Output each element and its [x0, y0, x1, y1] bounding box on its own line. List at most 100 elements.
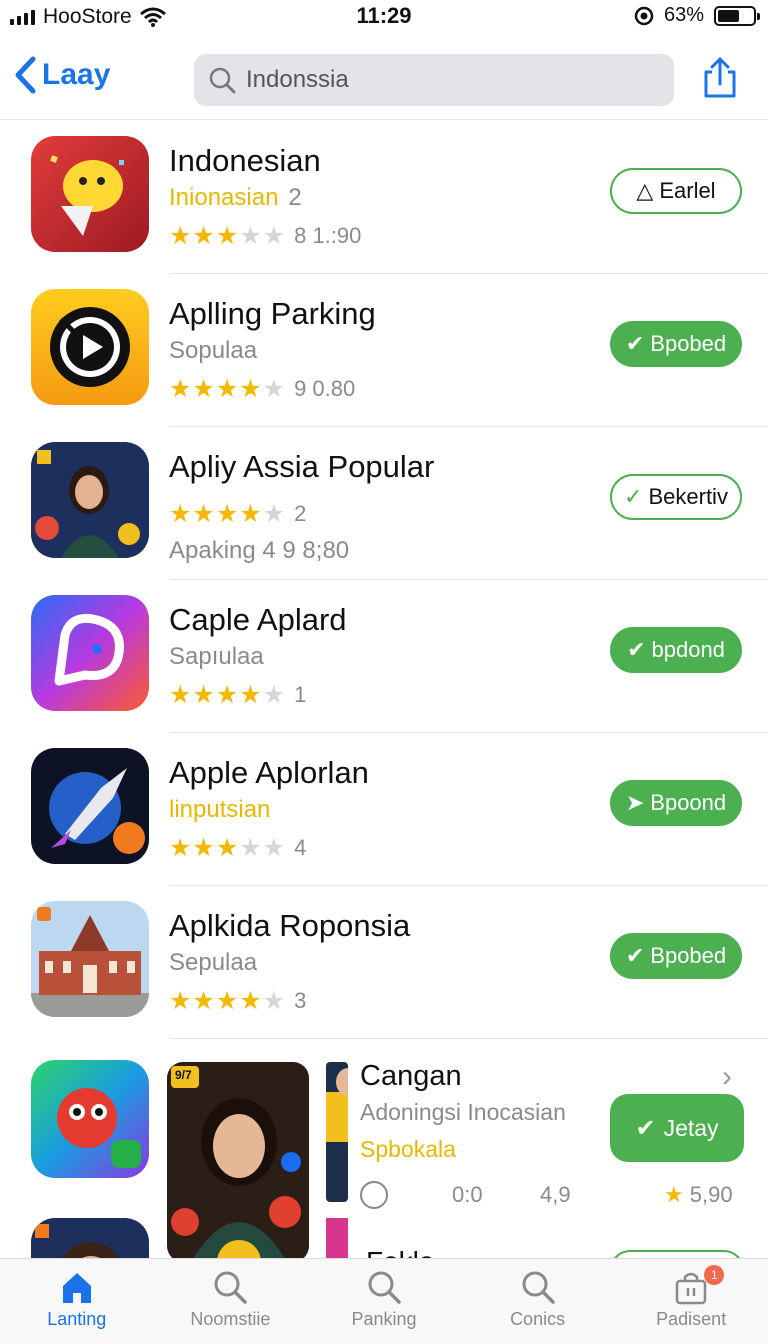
chevron-left-icon — [15, 56, 36, 94]
battery-icon — [714, 5, 760, 26]
app-rating: ★★★★★ 9 0.80 — [169, 374, 355, 404]
star-rating: ★★★★★ — [169, 375, 287, 403]
app-action-button[interactable]: ✔ bpdond — [610, 627, 742, 673]
app-action-button[interactable]: △ Earlel — [610, 168, 742, 214]
navigation-bar: Laay — [0, 44, 768, 120]
star-rating: ★★★★★ — [169, 222, 287, 250]
home-icon — [62, 1273, 91, 1303]
tab-panking[interactable]: Panking — [307, 1259, 461, 1344]
app-subtitle: linputsian — [169, 796, 270, 824]
app-row-aplling-parking[interactable]: Aplling Parking Sopulaa ★★★★★ 9 0.80 ✔ B… — [0, 274, 768, 427]
app-title: Indonesian — [169, 143, 321, 178]
app-subtitle-text: Sopulaa — [169, 337, 258, 364]
clock-icon — [360, 1181, 388, 1209]
carrier-name: HooStore — [43, 5, 132, 28]
featured-title: Cangan — [360, 1060, 462, 1092]
app-subtitle-text: linputsian — [169, 796, 271, 823]
app-title: Apple Aplorlan — [169, 755, 369, 790]
featured-rating-value: 5,90 — [689, 1182, 733, 1207]
star-rating: ★★★★★ — [169, 987, 287, 1015]
check-icon: ✔ — [635, 1114, 656, 1142]
search-bar[interactable] — [194, 54, 674, 106]
app-extra-line: Apaking 4 9 8;80 — [169, 537, 350, 564]
tab-label: Padisent — [656, 1309, 727, 1329]
share-button[interactable] — [702, 56, 738, 105]
app-icon-play — [31, 289, 149, 405]
tab-padisent[interactable]: 1 Padisent — [614, 1259, 768, 1344]
featured-meta-score: 4,9 — [540, 1182, 571, 1207]
app-action-button[interactable]: ✔ Bpobed — [610, 321, 742, 367]
check-icon: ✔ — [625, 331, 645, 356]
check-icon: ✔ — [627, 637, 646, 662]
app-row-caple-aplard[interactable]: Caple Aplard Sapıulaa ★★★★★ 1 ✔ bpdond — [0, 580, 768, 733]
app-rating: ★★★★★ 1 — [169, 680, 306, 710]
app-rating: ★★★★★ 4 — [169, 833, 306, 863]
app-icon-building — [31, 901, 149, 1017]
tab-label: Panking — [351, 1309, 417, 1329]
app-action-label: Earlel — [659, 178, 716, 203]
rating-value: 1 — [294, 682, 307, 707]
featured-card-portrait[interactable]: 9/7 — [167, 1062, 309, 1258]
focus-mode-icon — [634, 6, 654, 25]
app-row-indonesian[interactable]: Indonesian Inionasian 2 ★★★★★ 8 1.:90 △ E… — [0, 121, 768, 274]
share-icon — [704, 57, 736, 98]
app-subtitle: Inionasian 2 — [169, 184, 302, 212]
app-rating: ★★★★★ 8 1.:90 — [169, 221, 361, 251]
tab-bar: Lanting Noomstiie Panking Conics 1 Padis… — [0, 1258, 768, 1344]
tab-conics[interactable]: Conics — [461, 1259, 615, 1344]
featured-get-button[interactable]: ✔ Jetay — [610, 1094, 744, 1162]
chevron-right-icon[interactable]: › — [722, 1060, 732, 1094]
app-list: Indonesian Inionasian 2 ★★★★★ 8 1.:90 △ E… — [0, 121, 768, 1039]
app-rating: ★★★★★ 3 — [169, 986, 306, 1016]
app-icon-portrait — [31, 442, 149, 558]
featured-button-label: Jetay — [663, 1114, 719, 1141]
app-title: Apliy Assia Popular — [169, 449, 435, 484]
app-row-apple-aplorlan[interactable]: Apple Aplorlan linputsian ★★★★★ 4 ➤ Bpoo… — [0, 733, 768, 886]
tab-lanting[interactable]: Lanting — [0, 1259, 154, 1344]
rating-value: 3 — [294, 988, 307, 1013]
star-rating: ★★★★★ — [169, 500, 287, 528]
back-label: Laay — [42, 58, 111, 91]
rating-value: 2 — [294, 501, 307, 526]
battery-percentage: 63% — [663, 4, 704, 26]
rating-value: 4 — [294, 835, 307, 860]
featured-meta-rating: ★ 5,90 — [664, 1182, 733, 1208]
search-icon — [214, 1271, 248, 1304]
search-icon — [368, 1271, 401, 1304]
app-subtitle: Sopulaa — [169, 337, 257, 365]
app-action-label: Bpobed — [650, 943, 727, 968]
featured-subtitle: Adoningsi Inocasian — [360, 1099, 566, 1125]
rating-value: 8 1.:90 — [294, 223, 362, 248]
app-icon-chat-bubble — [31, 595, 149, 711]
app-title: Caple Aplard — [169, 602, 347, 637]
app-action-label: bpdond — [651, 637, 725, 662]
app-subtitle: Sepulaa — [169, 949, 257, 977]
wifi-icon — [139, 7, 166, 27]
next-item-title: Fokla — [366, 1246, 434, 1258]
app-rating: ★★★★★ 2 — [169, 499, 306, 529]
app-row-aplkida-roponsia[interactable]: Aplkida Roponsia Sepulaa ★★★★★ 3 ✔ Bpobe… — [0, 886, 768, 1039]
star-icon: ★ — [664, 1182, 684, 1207]
tab-noomstiie[interactable]: Noomstiie — [154, 1259, 308, 1344]
app-action-button[interactable]: ➤ Bpoond — [610, 780, 742, 826]
status-bar: HooStore 11:29 63% — [0, 0, 768, 34]
featured-strip-image-2 — [326, 1218, 348, 1258]
app-action-button[interactable]: ✓ Bekertiv — [610, 474, 742, 520]
app-title: Aplkida Roponsia — [169, 908, 411, 943]
back-button[interactable]: Laay — [14, 56, 110, 94]
app-action-button[interactable]: ✔ Bpobed — [610, 933, 742, 979]
app-subtitle-text: Sepulaa — [169, 949, 258, 976]
next-item-button[interactable] — [610, 1250, 744, 1258]
tab-label: Noomstiie — [190, 1309, 271, 1329]
check-icon: ✓ — [624, 484, 643, 509]
card-badge: 9/7 — [175, 1068, 192, 1082]
search-input[interactable] — [246, 66, 646, 94]
search-icon — [522, 1271, 555, 1304]
app-icon-monster[interactable] — [31, 1060, 149, 1178]
signal-icon — [10, 9, 35, 25]
app-action-label: Bekertiv — [648, 484, 728, 509]
send-icon: ➤ — [625, 790, 645, 815]
battery-level-fill — [718, 9, 740, 22]
app-row-apliy-assia[interactable]: Apliy Assia Popular ★★★★★ 2 Apaking 4 9 … — [0, 427, 768, 580]
rating-value: 9 0.80 — [294, 376, 356, 401]
